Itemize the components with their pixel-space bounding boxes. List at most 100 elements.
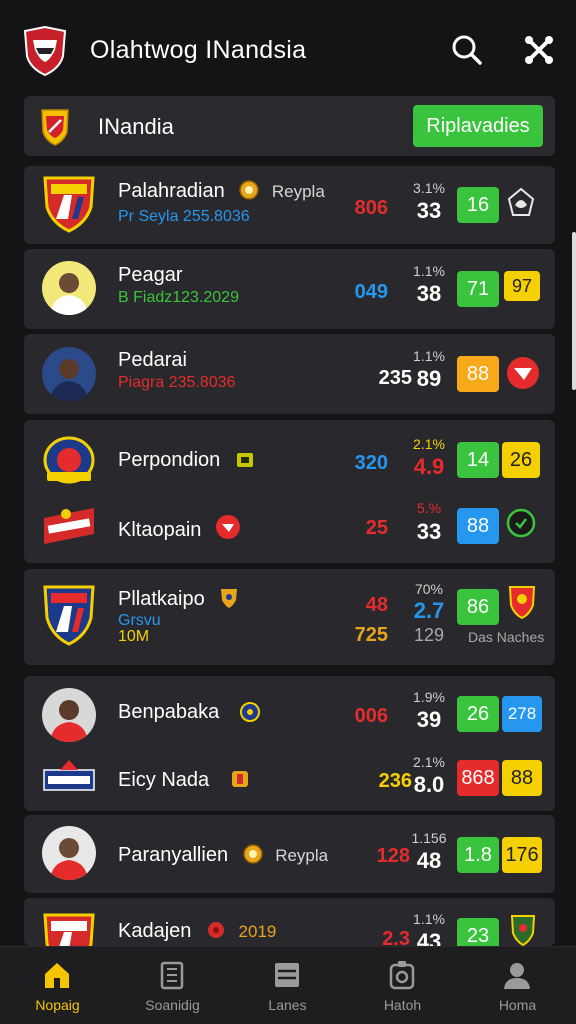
match-card[interactable]: Palahradian Reypla Pr Seyla 255.8036 806… <box>24 166 555 244</box>
player-avatar <box>42 688 96 742</box>
odds-button[interactable]: 16 <box>457 187 499 223</box>
match-card[interactable]: Perpondion 320 2.1% 4.9 14 26 Kltaopain … <box>24 420 555 563</box>
nav-match[interactable]: Hatoh <box>345 947 460 1024</box>
percentage: 1.1% <box>413 348 445 364</box>
team-name: Palahradian <box>118 180 225 202</box>
shield-icon <box>221 589 238 608</box>
team-crest-icon <box>43 913 95 946</box>
team-subtitle: Piagra 235.8036 <box>118 374 236 391</box>
league-name: INandia <box>98 114 174 139</box>
team-tag: Reypla <box>271 182 325 201</box>
match-row[interactable]: Pedarai Piagra 235.8036 235 1.1% 89 88 <box>24 334 555 414</box>
odds-value-secondary: 725 <box>354 624 388 646</box>
nav-fixtures[interactable]: Soanidig <box>115 947 230 1024</box>
league-action-button[interactable]: Riplavadies <box>413 105 543 147</box>
nav-tables[interactable]: Lanes <box>230 947 345 1024</box>
score: 8.0 <box>413 772 445 797</box>
app-header: Olahtwog INandsia <box>0 0 576 96</box>
team-subtitle-secondary: 10M <box>118 628 150 645</box>
team-name: Paranyallien <box>118 844 229 866</box>
percentage: 1.1% <box>413 263 445 279</box>
odds-value: 320 <box>354 452 388 474</box>
odds-button[interactable]: 88 <box>457 356 499 392</box>
odds-button-alt[interactable]: 88 <box>502 760 542 796</box>
match-row[interactable]: Eicy Nada 236 2.1% 8.0 868 88 <box>24 748 555 811</box>
player-avatar <box>42 261 96 315</box>
team-tag: Reypla <box>275 846 329 865</box>
match-row[interactable]: Kltaopain 25 5.% 33 88 <box>24 492 555 563</box>
emblem-icon <box>231 771 248 787</box>
team-name: Kltaopain <box>118 519 202 541</box>
team-crest-icon <box>43 176 95 233</box>
match-row[interactable]: Peagar B Fiadz123.2029 049 1.1% 38 71 97 <box>24 249 555 329</box>
scrollbar[interactable] <box>572 232 576 390</box>
team-crest-icon <box>43 585 95 646</box>
nav-home[interactable]: Nopaig <box>0 947 115 1024</box>
team-tag: 2019 <box>238 922 277 941</box>
odds-value: 128 <box>376 845 410 867</box>
match-row[interactable]: Palahradian Reypla Pr Seyla 255.8036 806… <box>24 166 555 244</box>
percentage: 2.1% <box>413 436 445 452</box>
more-matches-link[interactable]: Das Naches <box>468 629 544 645</box>
match-card[interactable]: Pllatkaipo Grsvu 10M 48 725 70% 2.7 129 … <box>24 569 555 665</box>
team-name: Pllatkaipo <box>118 588 205 610</box>
odds-button[interactable]: 23 <box>457 918 499 946</box>
odds-button[interactable]: 86 <box>457 589 499 625</box>
odds-button[interactable]: 14 <box>457 442 499 478</box>
match-row[interactable]: Benpabaka 006 1.9% 39 26 278 <box>24 676 555 748</box>
score: 89 <box>416 366 442 391</box>
percentage: 2.1% <box>413 754 445 770</box>
odds-button[interactable]: 1.8 <box>457 837 499 873</box>
match-row[interactable]: Paranyallien Reypla 128 1.156 48 1.8 176 <box>24 815 555 893</box>
nav-label: Lanes <box>268 997 307 1013</box>
odds-button-alt[interactable]: 97 <box>504 271 540 301</box>
nav-label: Homa <box>498 997 537 1013</box>
player-avatar <box>42 826 96 880</box>
match-card[interactable]: Paranyallien Reypla 128 1.156 48 1.8 176 <box>24 815 555 893</box>
player-photo-icon <box>50 838 88 880</box>
odds-button[interactable]: 868 <box>457 760 499 796</box>
match-card[interactable]: Pedarai Piagra 235.8036 235 1.1% 89 88 <box>24 334 555 414</box>
odds-button[interactable]: 71 <box>457 271 499 307</box>
percentage: 1.1% <box>413 911 445 927</box>
tools-icon[interactable] <box>523 34 555 66</box>
match-row[interactable]: Kadajen 2019 2.3 1.1% 43 23 <box>24 898 555 946</box>
score: 4.9 <box>413 454 445 479</box>
match-card[interactable]: Kadajen 2019 2.3 1.1% 43 23 <box>24 898 555 946</box>
score: 33 <box>416 519 442 544</box>
profile-icon <box>504 963 530 989</box>
nav-label: Nopaig <box>35 997 80 1013</box>
red-crest-icon <box>507 357 539 389</box>
percentage: 70% <box>414 581 444 597</box>
nav-label: Soanidig <box>145 997 200 1013</box>
team-crest-icon <box>43 436 95 484</box>
match-row[interactable]: Pllatkaipo Grsvu 10M 48 725 70% 2.7 129 … <box>24 569 555 665</box>
player-photo-icon <box>50 359 88 401</box>
score: 38 <box>416 281 442 306</box>
score: 39 <box>416 707 442 732</box>
league-crest-icon <box>41 109 69 146</box>
odds-value: 25 <box>365 517 388 539</box>
nav-profile[interactable]: Homa <box>460 947 575 1024</box>
match-card[interactable]: Peagar B Fiadz123.2029 049 1.1% 38 71 97 <box>24 249 555 329</box>
fixtures-icon <box>160 961 184 990</box>
odds-value: 236 <box>378 770 412 792</box>
nav-label: Hatoh <box>383 997 422 1013</box>
badge-icon <box>239 702 260 722</box>
odds-value: 235 <box>378 367 412 389</box>
odds-button-alt[interactable]: 176 <box>502 837 542 873</box>
bottom-navigation: Nopaig Soanidig Lanes Hatoh Homa <box>0 946 576 1024</box>
home-icon <box>45 963 69 988</box>
odds-button-alt[interactable]: 26 <box>502 442 540 478</box>
odds-button[interactable]: 88 <box>457 508 499 544</box>
odds-button-alt[interactable]: 278 <box>502 696 542 732</box>
rose-icon <box>207 922 224 938</box>
search-icon[interactable] <box>451 34 483 66</box>
team-crest-icon[interactable] <box>22 26 68 76</box>
match-row[interactable]: Perpondion 320 2.1% 4.9 14 26 <box>24 420 555 492</box>
match-card[interactable]: Benpabaka 006 1.9% 39 26 278 Eicy Nada 2… <box>24 676 555 811</box>
odds-button[interactable]: 26 <box>457 696 499 732</box>
team-name: Peagar <box>118 264 183 286</box>
team-crest-icon <box>43 760 95 791</box>
league-bar[interactable]: INandia Riplavadies <box>24 96 555 156</box>
